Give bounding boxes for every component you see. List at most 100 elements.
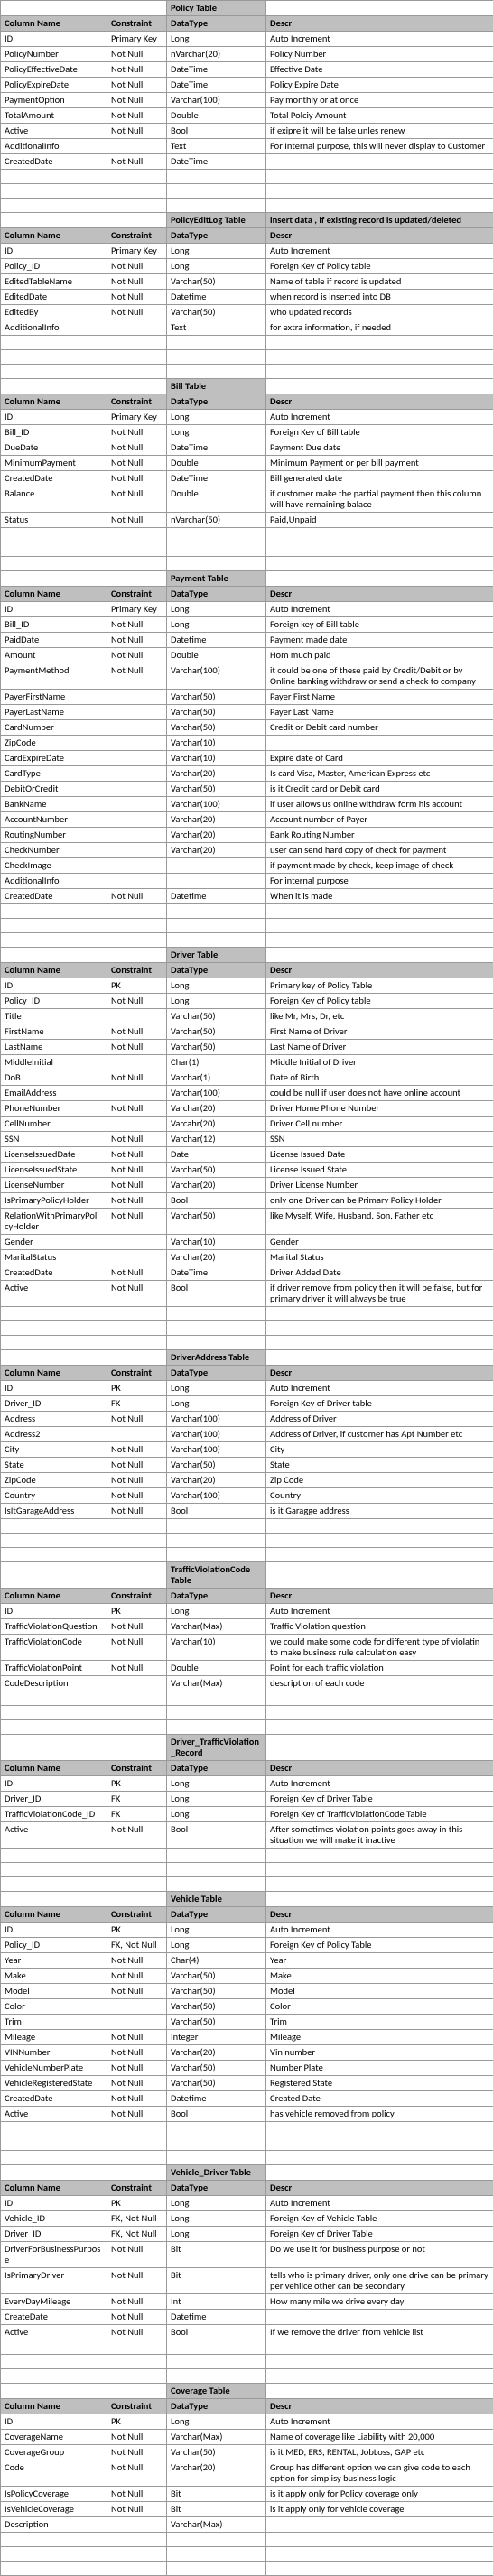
cell bbox=[107, 1863, 167, 1877]
cell: EditedBy bbox=[1, 305, 107, 320]
cell: Title bbox=[1, 1009, 107, 1024]
cell bbox=[266, 2165, 493, 2181]
table-title: Coverage Table bbox=[167, 2384, 266, 2399]
column-header: Descr bbox=[266, 1907, 493, 1923]
table-row: Driver_IDFKLongForeign Key of Driver tab… bbox=[1, 1396, 493, 1412]
cell bbox=[266, 1863, 493, 1877]
cell bbox=[107, 2122, 167, 2136]
cell bbox=[167, 1336, 266, 1350]
cell bbox=[167, 1706, 266, 1720]
cell bbox=[1, 184, 107, 199]
cell bbox=[107, 1735, 167, 1761]
cell bbox=[1, 1, 107, 16]
cell: is it Credit card or Debit card bbox=[266, 782, 493, 797]
cell: Char(4) bbox=[167, 1953, 266, 1969]
cell bbox=[266, 154, 493, 170]
column-header: Constraint bbox=[107, 587, 167, 602]
cell: ID bbox=[1, 244, 107, 259]
table-row: BankNameVarchar(100)if user allows us on… bbox=[1, 797, 493, 812]
cell: If we remove the driver from vehicle lis… bbox=[266, 2325, 493, 2340]
cell: Not Null bbox=[107, 2091, 167, 2107]
cell: ID bbox=[1, 978, 107, 994]
cell bbox=[107, 948, 167, 963]
cell: Long bbox=[167, 1792, 266, 1807]
cell bbox=[107, 933, 167, 948]
cell: Not Null bbox=[107, 2107, 167, 2122]
cell: nVarchar(50) bbox=[167, 513, 266, 528]
cell bbox=[107, 1519, 167, 1534]
cell bbox=[167, 365, 266, 379]
cell bbox=[1, 1548, 107, 1562]
cell: Vin number bbox=[266, 2045, 493, 2061]
cell bbox=[266, 2517, 493, 2533]
cell bbox=[167, 1691, 266, 1706]
cell bbox=[107, 2340, 167, 2355]
cell: Varchar(20) bbox=[167, 1250, 266, 1265]
cell: Make bbox=[1, 1969, 107, 1984]
cell bbox=[107, 350, 167, 365]
cell: Not Null bbox=[107, 1412, 167, 1427]
cell: Pay monthly or at once bbox=[266, 93, 493, 108]
cell: Not Null bbox=[107, 1984, 167, 1999]
cell: Double bbox=[167, 648, 266, 663]
table-row: EditedDateNot NullDatetimewhen record is… bbox=[1, 290, 493, 305]
cell: ID bbox=[1, 1604, 107, 1619]
column-header: Column Name bbox=[1, 963, 107, 978]
cell: DateTime bbox=[167, 471, 266, 486]
table-title-note: insert data , if existing record is upda… bbox=[266, 213, 493, 228]
column-header: Constraint bbox=[107, 1761, 167, 1776]
cell bbox=[1, 2340, 107, 2355]
cell bbox=[1, 1336, 107, 1350]
cell: FK bbox=[107, 1792, 167, 1807]
cell bbox=[167, 336, 266, 350]
cell: MiddleInitial bbox=[1, 1055, 107, 1070]
cell: Active bbox=[1, 2325, 107, 2340]
cell: Not Null bbox=[107, 1178, 167, 1193]
cell bbox=[1, 919, 107, 933]
cell bbox=[1, 2122, 107, 2136]
table-row: SSNNot NullVarchar(12)SSN bbox=[1, 1132, 493, 1147]
cell bbox=[107, 1055, 167, 1070]
cell bbox=[266, 184, 493, 199]
cell: Varchar(100) bbox=[167, 1412, 266, 1427]
cell bbox=[266, 1336, 493, 1350]
cell: Primary key of Policy Table bbox=[266, 978, 493, 994]
table-row: PayerLastNameVarchar(50)Payer Last Name bbox=[1, 705, 493, 720]
cell: RoutingNumber bbox=[1, 828, 107, 843]
cell: Long bbox=[167, 2211, 266, 2227]
cell: Long bbox=[167, 1604, 266, 1619]
cell: Varchar(Max) bbox=[167, 1619, 266, 1635]
cell: Long bbox=[167, 1923, 266, 1938]
cell bbox=[1, 2384, 107, 2399]
cell bbox=[107, 1427, 167, 1442]
table-row: AdditionalInfoFor internal purpose bbox=[1, 874, 493, 889]
cell: SSN bbox=[1, 1132, 107, 1147]
cell: Not Null bbox=[107, 1265, 167, 1281]
cell: Group has different option we can give c… bbox=[266, 2460, 493, 2487]
cell: Varchar(100) bbox=[167, 1488, 266, 1504]
cell: Long bbox=[167, 1807, 266, 1822]
cell: Varchar(10) bbox=[167, 751, 266, 766]
cell: CellNumber bbox=[1, 1117, 107, 1132]
column-header: Constraint bbox=[107, 1366, 167, 1381]
cell bbox=[266, 2340, 493, 2355]
column-header: Column Name bbox=[1, 2399, 107, 2414]
cell: Middle Initial of Driver bbox=[266, 1055, 493, 1070]
cell: CreatedDate bbox=[1, 2091, 107, 2107]
cell: How many mile we drive every day bbox=[266, 2294, 493, 2310]
table-row: CheckImageif payment made by check, keep… bbox=[1, 858, 493, 874]
table-row: GenderVarchar(10)Gender bbox=[1, 1235, 493, 1250]
column-header: Descr bbox=[266, 16, 493, 32]
cell: Not Null bbox=[107, 1132, 167, 1147]
cell bbox=[107, 690, 167, 705]
table-row: TitleVarchar(50)like Mr, Mrs, Dr, etc bbox=[1, 1009, 493, 1024]
table-row: MinimumPaymentNot NullDoubleMinimum Paym… bbox=[1, 456, 493, 471]
cell: ID bbox=[1, 2196, 107, 2211]
cell bbox=[1, 2136, 107, 2151]
cell bbox=[266, 1562, 493, 1589]
cell: Varchar(20) bbox=[167, 2460, 266, 2487]
table-row: CreatedDateNot NullDateTime bbox=[1, 154, 493, 170]
cell bbox=[107, 1706, 167, 1720]
table-row: CoverageGroupNot NullVarchar(50)is it ME… bbox=[1, 2445, 493, 2460]
table-row: IDPKLongAuto Increment bbox=[1, 1381, 493, 1396]
